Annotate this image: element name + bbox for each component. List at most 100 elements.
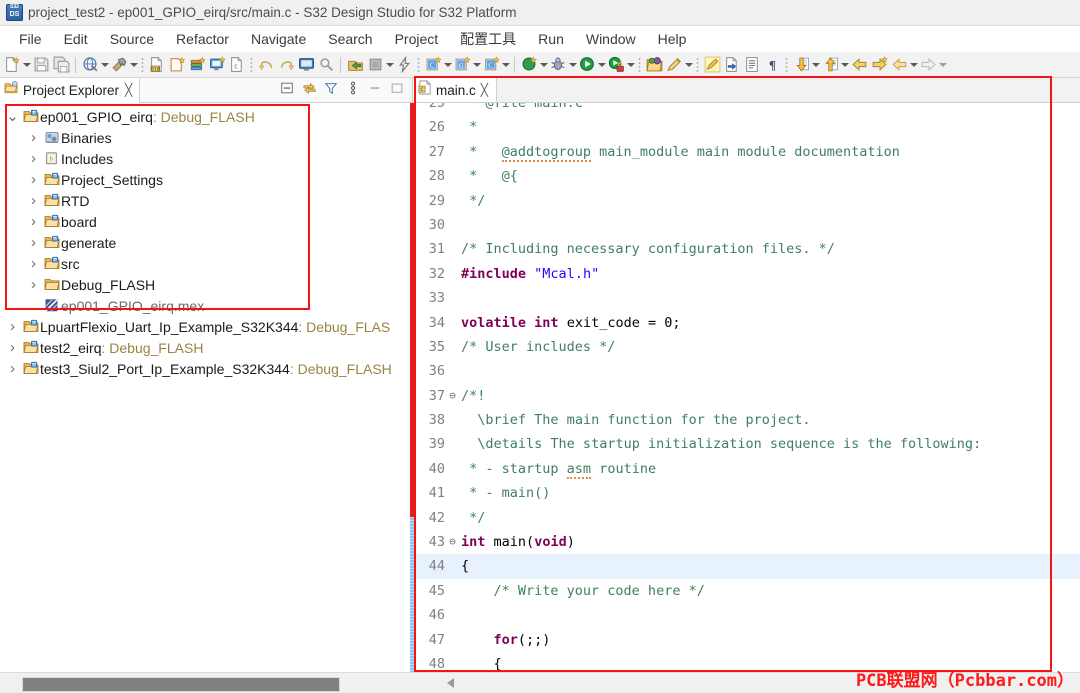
console-icon[interactable] [296,55,316,75]
tree-item-test2-eirq[interactable]: › test2_eirq: Debug_FLASH [0,337,409,358]
chevron-down-icon[interactable] [597,56,606,74]
chevron-down-icon[interactable] [840,56,849,74]
code-line-30[interactable]: 30 [416,213,1080,237]
code-line-44[interactable]: 44 { [416,554,1080,579]
chevron-right-icon[interactable]: › [25,192,42,209]
menu-item-navigate[interactable]: Navigate [240,29,317,49]
code-line-37[interactable]: 37 ⊖/*! [416,384,1080,408]
chevron-down-icon[interactable] [684,56,693,74]
new-cpp-project-icon[interactable]: G [452,55,472,75]
fold-collapse-icon[interactable]: ⊖ [446,384,459,408]
code-line-39[interactable]: 39 \details The startup initialization s… [416,432,1080,456]
collapse-all-icon[interactable] [279,80,295,96]
tree-item-includes[interactable]: › h Includes [0,148,409,169]
new-c-file-icon[interactable]: c [227,55,247,75]
menu-item-search[interactable]: Search [317,29,383,49]
chevron-down-icon[interactable] [501,56,510,74]
debug-bug-icon[interactable] [548,55,568,75]
tree-item-generate[interactable]: › generate [0,232,409,253]
tree-item-rtd[interactable]: › RTD [0,190,409,211]
code-line-34[interactable]: 34 volatile int exit_code = 0; [416,311,1080,335]
menu-item-配置工具[interactable]: 配置工具 [449,27,527,51]
code-line-43[interactable]: 43 ⊖ int main(void) [416,530,1080,554]
chevron-down-icon[interactable] [385,56,394,74]
code-line-31[interactable]: 31 /* Including necessary configuration f… [416,237,1080,261]
pilcrow-icon[interactable]: ¶ [762,55,782,75]
menu-item-help[interactable]: Help [647,29,698,49]
editor-marker-bar[interactable] [409,103,416,672]
new-c-project-icon[interactable]: C [423,55,443,75]
chevron-down-icon[interactable] [626,56,635,74]
save-all-icon[interactable] [51,55,71,75]
tree-item-board[interactable]: › board [0,211,409,232]
back-nav-icon[interactable] [849,55,869,75]
chevron-down-icon[interactable]: ⌄ [4,109,21,124]
redo-icon[interactable] [276,55,296,75]
previous-annotation-icon[interactable] [820,55,840,75]
pencil-edit-icon[interactable] [664,55,684,75]
chevron-right-icon[interactable]: › [25,150,42,167]
chip-config-icon[interactable] [365,55,385,75]
forward-history-icon[interactable] [918,55,938,75]
menu-item-source[interactable]: Source [99,29,165,49]
next-annotation-icon[interactable] [791,55,811,75]
back-history-icon[interactable] [889,55,909,75]
code-line-40[interactable]: 40 * - startup asm routine [416,457,1080,481]
save-icon[interactable] [31,55,51,75]
code-line-46[interactable]: 46 [416,603,1080,627]
menu-item-window[interactable]: Window [575,29,647,49]
code-line-26[interactable]: 26 * [416,115,1080,139]
link-with-editor-icon[interactable] [301,80,317,96]
close-icon[interactable]: ╳ [481,83,488,97]
tree-item-binaries[interactable]: › Binaries [0,127,409,148]
minimize-icon[interactable] [367,80,383,96]
code-line-25[interactable]: 25 * @file main.c [416,103,1080,115]
code-line-41[interactable]: 41 * - main() [416,481,1080,505]
highlight-marker-icon[interactable] [702,55,722,75]
chevron-right-icon[interactable]: › [4,318,21,335]
tree-item-lpuartflexio-uart-ip-example-s32k344[interactable]: › LpuartFlexio_Uart_Ip_Example_S32K344: D… [0,316,409,337]
chevron-right-icon[interactable]: › [25,276,42,293]
scrollbar-thumb[interactable] [22,677,340,692]
export-doc-icon[interactable] [722,55,742,75]
chevron-down-icon[interactable] [472,56,481,74]
chevron-down-icon[interactable] [100,56,109,74]
undo-icon[interactable] [256,55,276,75]
menu-item-run[interactable]: Run [527,29,575,49]
code-line-33[interactable]: 33 [416,286,1080,310]
chevron-right-icon[interactable]: › [25,234,42,251]
chevron-down-icon[interactable] [22,56,31,74]
globe-build-icon[interactable] [80,55,100,75]
tree-item-debug-flash[interactable]: › Debug_FLASH [0,274,409,295]
view-menu-icon[interactable] [345,80,361,96]
menu-item-file[interactable]: File [8,29,53,49]
chevron-right-icon[interactable]: › [25,213,42,230]
code-line-38[interactable]: 38 \brief The main function for the proj… [416,408,1080,432]
filter-icon[interactable] [323,80,339,96]
new-folder-stack-icon[interactable] [187,55,207,75]
search-disabled-icon[interactable] [316,55,336,75]
chevron-down-icon[interactable] [909,56,918,74]
tab-project-explorer[interactable]: Project Explorer ╳ [0,77,141,103]
project-tree[interactable]: ⌄ ep001_GPIO_eirq: Debug_FLASH › Binaries › h… [0,103,409,655]
chevron-right-icon[interactable]: › [25,255,42,272]
menu-item-refactor[interactable]: Refactor [165,29,240,49]
run-icon[interactable] [577,55,597,75]
chevron-down-icon[interactable] [568,56,577,74]
generate-config-icon[interactable] [519,55,539,75]
tree-item-src[interactable]: › src [0,253,409,274]
menu-item-project[interactable]: Project [384,29,450,49]
binary-file-icon[interactable]: 010 [147,55,167,75]
code-line-47[interactable]: 47 for(;;) [416,628,1080,652]
flash-tool-icon[interactable] [394,55,414,75]
chevron-right-icon[interactable]: › [25,129,42,146]
chevron-down-icon[interactable] [811,56,820,74]
chevron-down-icon[interactable] [539,56,548,74]
tree-item-project-settings[interactable]: › Project_Settings [0,169,409,190]
project-explorer-horizontal-scrollbar[interactable] [0,672,409,693]
code-line-45[interactable]: 45 /* Write your code here */ [416,579,1080,603]
code-line-36[interactable]: 36 [416,359,1080,383]
tree-item-ep001-gpio-eirq[interactable]: ⌄ ep001_GPIO_eirq: Debug_FLASH [0,106,409,127]
chevron-right-icon[interactable]: › [25,171,42,188]
fold-collapse-icon[interactable]: ⊖ [446,530,459,554]
